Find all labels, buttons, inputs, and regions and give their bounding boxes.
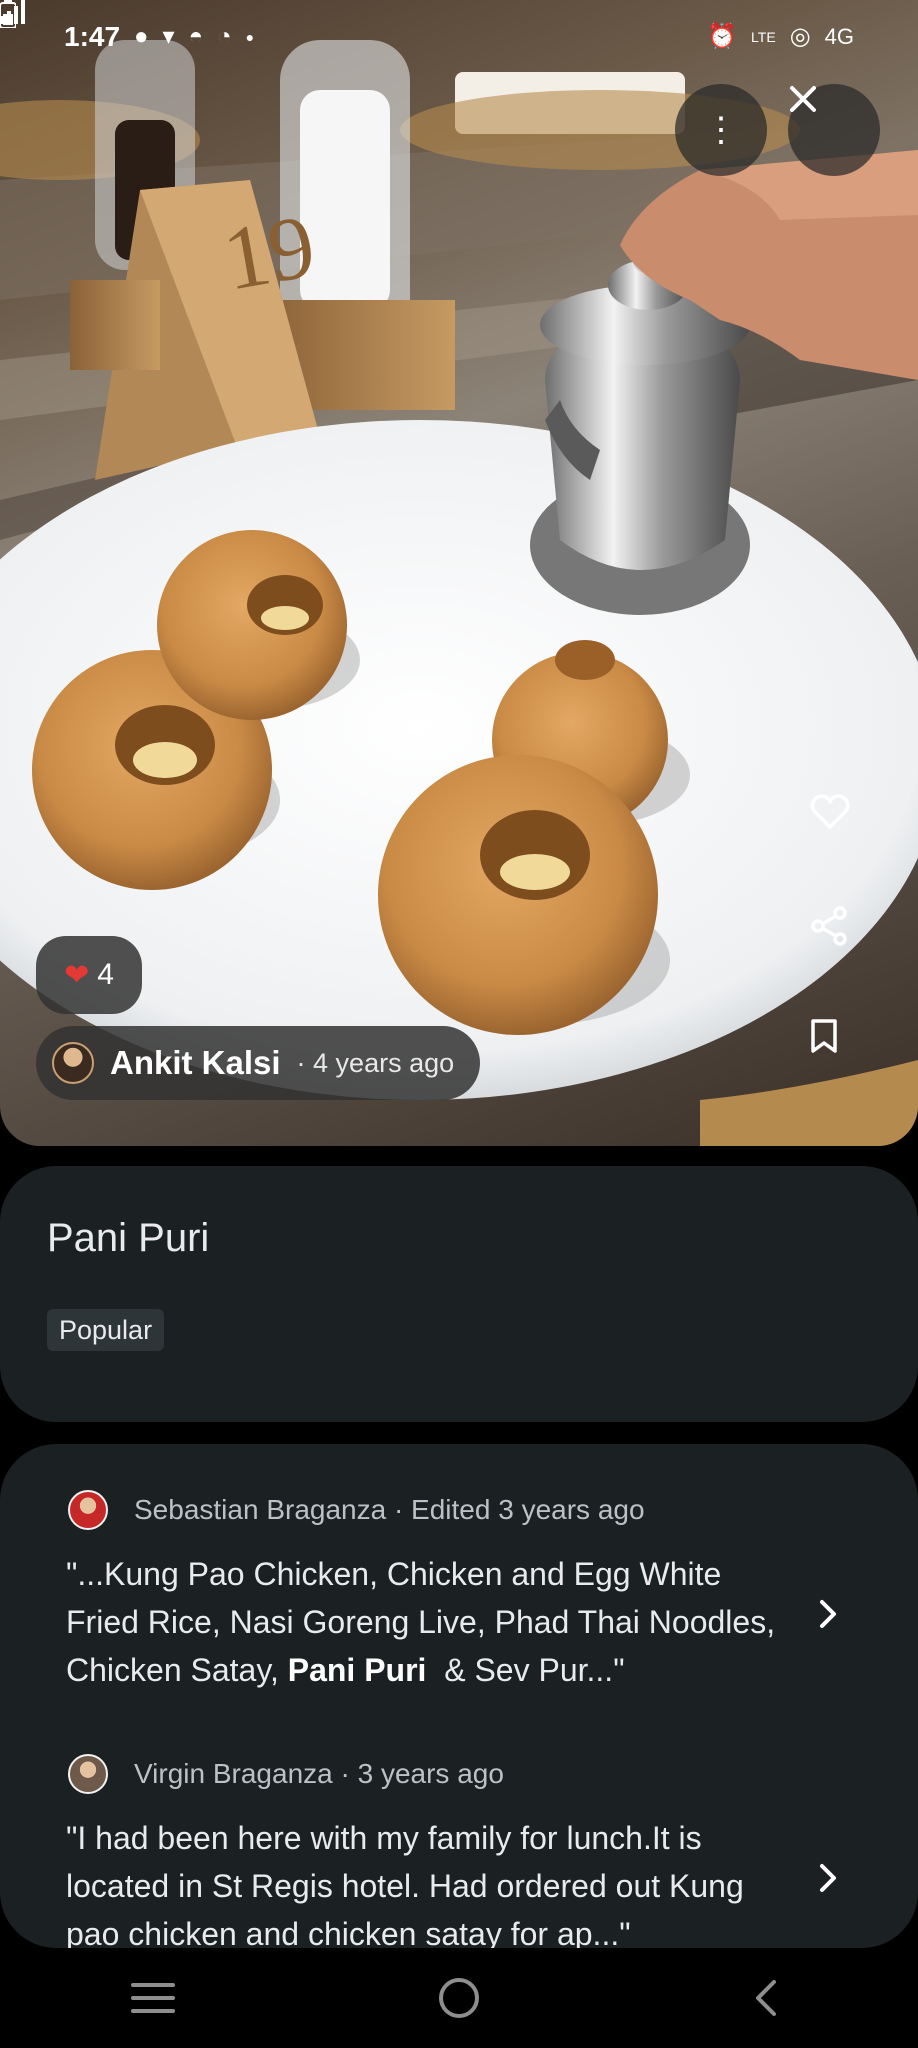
chevron-right-icon[interactable]	[812, 1854, 844, 1902]
clock-app-icon: ◔	[217, 23, 232, 50]
review-text: "...Kung Pao Chicken, Chicken and Egg Wh…	[66, 1550, 786, 1694]
status-time: 1:47	[64, 21, 121, 52]
heart-icon: ❤	[64, 958, 90, 992]
likes-badge[interactable]: ❤ 4	[36, 936, 142, 1014]
dish-card	[0, 1166, 918, 1422]
review-author: Sebastian Braganza · Edited 3 years ago	[134, 1494, 645, 1525]
author-name: Ankit Kalsi	[110, 1044, 281, 1081]
review-author: Virgin Braganza · 3 years ago	[134, 1758, 504, 1789]
review-header: Sebastian Braganza · Edited 3 years ago	[0, 1488, 918, 1532]
review-text-after: & Sev Pur..."	[426, 1652, 625, 1688]
save-button[interactable]	[810, 1018, 878, 1086]
heart-outline-icon	[810, 794, 850, 829]
photo-author[interactable]: Ankit Kalsi · 4 years ago	[36, 1026, 480, 1100]
share-button[interactable]	[810, 906, 878, 974]
back-button[interactable]	[725, 1968, 805, 2028]
network-type: 4G	[824, 24, 854, 49]
home-icon	[439, 1978, 479, 2018]
recent-apps-button[interactable]	[113, 1968, 193, 2028]
avatar	[52, 1042, 94, 1084]
review-header: Virgin Braganza · 3 years ago	[0, 1752, 918, 1796]
close-button[interactable]	[788, 84, 880, 176]
review-item[interactable]: Sebastian Braganza · Edited 3 years ago …	[0, 1488, 918, 1688]
message-icon: ▾	[162, 23, 175, 50]
status-left: 1:47 ● ▾ ◓ ◔ ●	[64, 21, 254, 53]
close-icon	[790, 86, 816, 112]
reviews-card: Sebastian Braganza · Edited 3 years ago …	[0, 1444, 918, 1948]
recent-apps-icon	[131, 1983, 175, 2013]
likes-count: 4	[97, 958, 114, 991]
popular-tag: Popular	[47, 1309, 165, 1351]
share-icon	[811, 906, 847, 946]
dish-title: Pani Puri	[47, 1216, 210, 1260]
chat-bubble-icon: ●	[134, 23, 149, 50]
dot-icon: ●	[245, 29, 255, 45]
status-bar: 1:47 ● ▾ ◓ ◔ ● ⏰ LTE ◎ 4G	[0, 0, 918, 74]
svg-text:19: 19	[216, 197, 322, 310]
back-icon	[756, 1980, 776, 2016]
bookmark-icon	[811, 1019, 837, 1053]
like-button[interactable]	[810, 794, 878, 862]
author-time: · 4 years ago	[296, 1047, 455, 1078]
alarm-icon: ⏰	[707, 23, 738, 50]
snapchat-icon: ◓	[188, 23, 204, 50]
chevron-right-icon[interactable]	[812, 1590, 844, 1638]
review-item[interactable]: Virgin Braganza · 3 years ago "I had bee…	[0, 1752, 918, 1948]
status-right: ⏰ LTE ◎ 4G	[0, 0, 854, 50]
home-button[interactable]	[419, 1968, 499, 2028]
food-photo[interactable]: 19 1:47 ● ▾ ◓ ◔ ● ⏰ LTE ◎ 4G ⋮ ❤ 4 Ankit…	[0, 0, 918, 1146]
review-text: "I had been here with my family for lunc…	[66, 1814, 786, 1948]
review-highlight: Pani Puri	[287, 1652, 427, 1688]
more-vert-icon: ⋮	[704, 111, 738, 149]
avatar	[68, 1490, 108, 1530]
more-options-button[interactable]: ⋮	[675, 84, 767, 176]
battery-icon	[0, 0, 16, 28]
volte-icon: LTE	[751, 29, 776, 45]
hotspot-icon: ◎	[789, 23, 811, 50]
review-text-before: "I had been here with my family for lunc…	[66, 1820, 744, 1948]
avatar	[68, 1754, 108, 1794]
system-nav-bar	[0, 1948, 918, 2048]
